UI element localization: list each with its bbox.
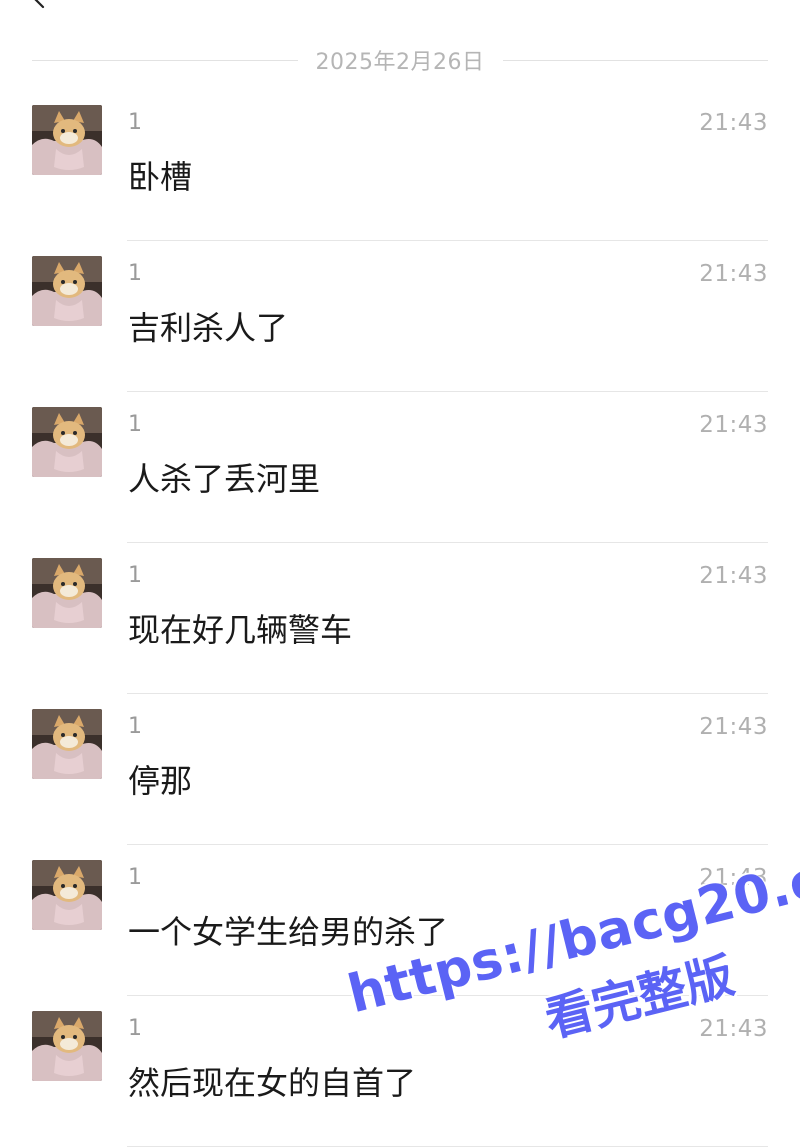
message-time: 21:43 xyxy=(699,110,768,136)
avatar[interactable] xyxy=(32,709,102,779)
message-text: 吉利杀人了 xyxy=(128,309,289,347)
message-time: 21:43 xyxy=(699,865,768,891)
cat-avatar-icon xyxy=(32,860,102,930)
cat-avatar-icon xyxy=(32,407,102,477)
message-list: 1 21:43 卧槽 1 21:43 吉利杀人了 1 21:43 人杀了丢河里 … xyxy=(0,90,800,1147)
message-text: 然后现在女的自首了 xyxy=(128,1064,417,1102)
avatar[interactable] xyxy=(32,256,102,326)
message-text: 一个女学生给男的杀了 xyxy=(128,913,449,951)
message-item[interactable]: 1 21:43 一个女学生给男的杀了 xyxy=(0,845,800,996)
cat-avatar-icon xyxy=(32,709,102,779)
message-time: 21:43 xyxy=(699,412,768,438)
date-label: 2025年2月26日 xyxy=(315,50,485,75)
sender-name: 1 xyxy=(128,1016,142,1041)
cat-avatar-icon xyxy=(32,1011,102,1081)
message-item[interactable]: 1 21:43 然后现在女的自首了 xyxy=(0,996,800,1147)
avatar[interactable] xyxy=(32,860,102,930)
avatar[interactable] xyxy=(32,558,102,628)
cat-avatar-icon xyxy=(32,256,102,326)
message-time: 21:43 xyxy=(699,714,768,740)
date-separator: 2025年2月26日 xyxy=(32,40,769,80)
message-time: 21:43 xyxy=(699,261,768,287)
message-text: 现在好几辆警车 xyxy=(128,611,353,649)
sender-name: 1 xyxy=(128,865,142,890)
date-separator-line-right xyxy=(502,59,769,61)
cat-avatar-icon xyxy=(32,558,102,628)
message-item[interactable]: 1 21:43 吉利杀人了 xyxy=(0,241,800,392)
message-item[interactable]: 1 21:43 现在好几辆警车 xyxy=(0,543,800,694)
sender-name: 1 xyxy=(128,412,142,437)
message-item[interactable]: 1 21:43 人杀了丢河里 xyxy=(0,392,800,543)
avatar[interactable] xyxy=(32,105,102,175)
back-chevron-icon[interactable] xyxy=(28,0,50,10)
sender-name: 1 xyxy=(128,110,142,135)
avatar[interactable] xyxy=(32,1011,102,1081)
sender-name: 1 xyxy=(128,714,142,739)
cat-avatar-icon xyxy=(32,105,102,175)
message-text: 人杀了丢河里 xyxy=(128,460,321,498)
message-text: 停那 xyxy=(128,762,193,800)
message-item[interactable]: 1 21:43 卧槽 xyxy=(0,90,800,241)
sender-name: 1 xyxy=(128,563,142,588)
date-separator-line-left xyxy=(32,59,298,61)
avatar[interactable] xyxy=(32,407,102,477)
message-time: 21:43 xyxy=(699,563,768,589)
message-time: 21:43 xyxy=(699,1016,768,1042)
sender-name: 1 xyxy=(128,261,142,286)
message-item[interactable]: 1 21:43 停那 xyxy=(0,694,800,845)
message-text: 卧槽 xyxy=(128,158,193,196)
